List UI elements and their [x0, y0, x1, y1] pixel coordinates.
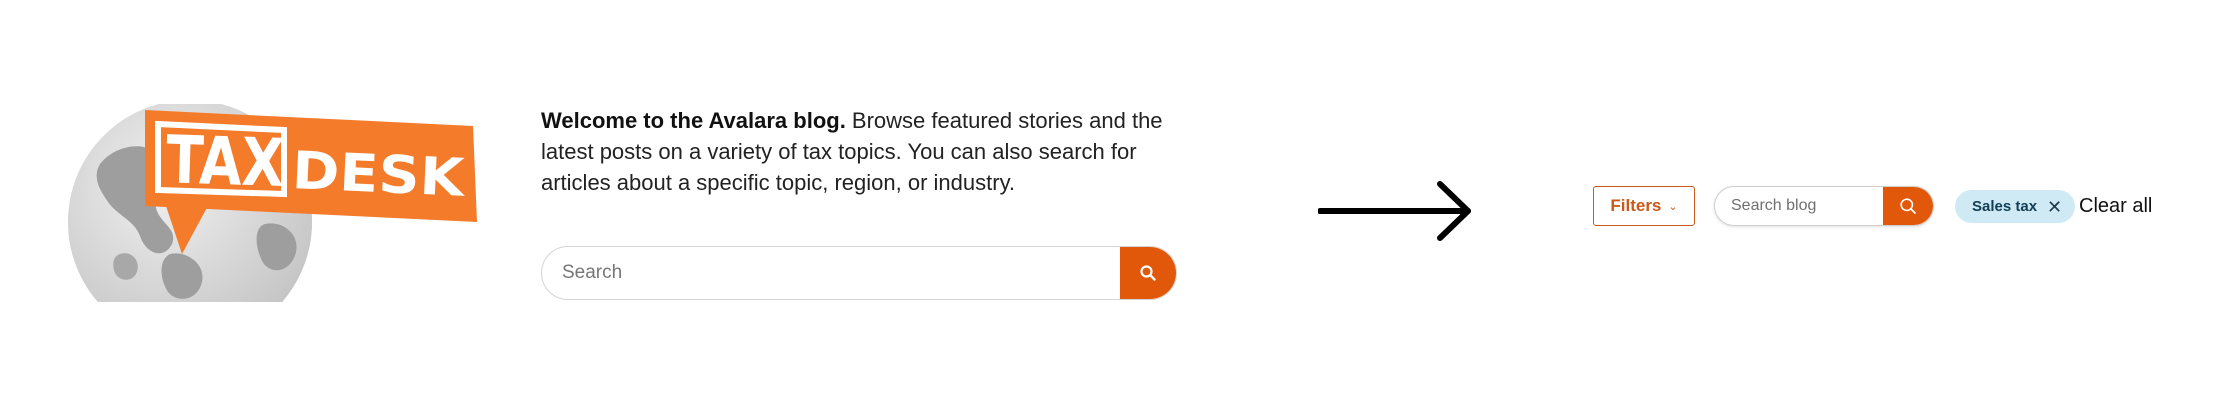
arrow-right-icon: [1318, 181, 1471, 241]
main-search-input[interactable]: [542, 247, 1120, 299]
clear-all-link[interactable]: Clear all: [2079, 193, 2152, 219]
main-search-button[interactable]: [1120, 247, 1176, 299]
blog-search-button[interactable]: [1883, 187, 1933, 225]
active-filter-tag: Sales tax ✕: [1955, 190, 2076, 223]
logo-word-desk: DESK: [291, 141, 467, 209]
blog-search-input[interactable]: [1715, 187, 1883, 225]
main-search-bar: [541, 246, 1177, 300]
search-icon: [1900, 198, 1916, 214]
blog-search-bar: [1714, 186, 1934, 226]
intro-paragraph: Welcome to the Avalara blog. Browse feat…: [541, 105, 1191, 198]
tag-label: Sales tax: [1972, 198, 2038, 215]
filters-button[interactable]: Filters ⌄: [1593, 186, 1695, 226]
chevron-down-icon: ⌄: [1668, 201, 1678, 213]
taxdesk-logo: TAX DESK: [60, 104, 500, 302]
intro-bold: Welcome to the Avalara blog.: [541, 108, 846, 133]
filters-label: Filters: [1610, 196, 1662, 215]
close-icon[interactable]: ✕: [2047, 198, 2062, 216]
logo-word-tax: TAX: [165, 121, 285, 202]
page: TAX DESK Welcome to the Avalara blog. Br…: [0, 0, 2240, 411]
search-icon: [1140, 265, 1156, 281]
